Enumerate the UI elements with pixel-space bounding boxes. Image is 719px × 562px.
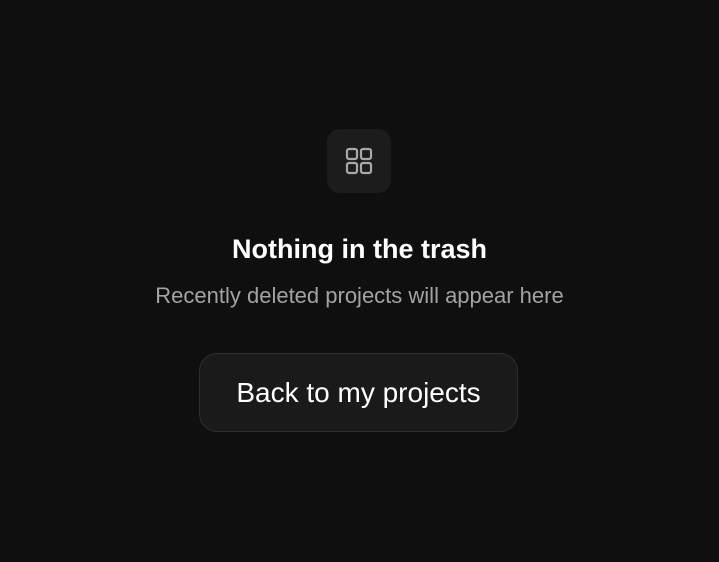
back-to-projects-button[interactable]: Back to my projects bbox=[199, 353, 518, 432]
grid-icon bbox=[345, 147, 373, 175]
empty-state-subtitle: Recently deleted projects will appear he… bbox=[155, 283, 564, 308]
icon-tile bbox=[327, 129, 391, 193]
empty-state: Nothing in the trash Recently deleted pr… bbox=[0, 0, 719, 562]
empty-state-title: Nothing in the trash bbox=[232, 234, 487, 264]
